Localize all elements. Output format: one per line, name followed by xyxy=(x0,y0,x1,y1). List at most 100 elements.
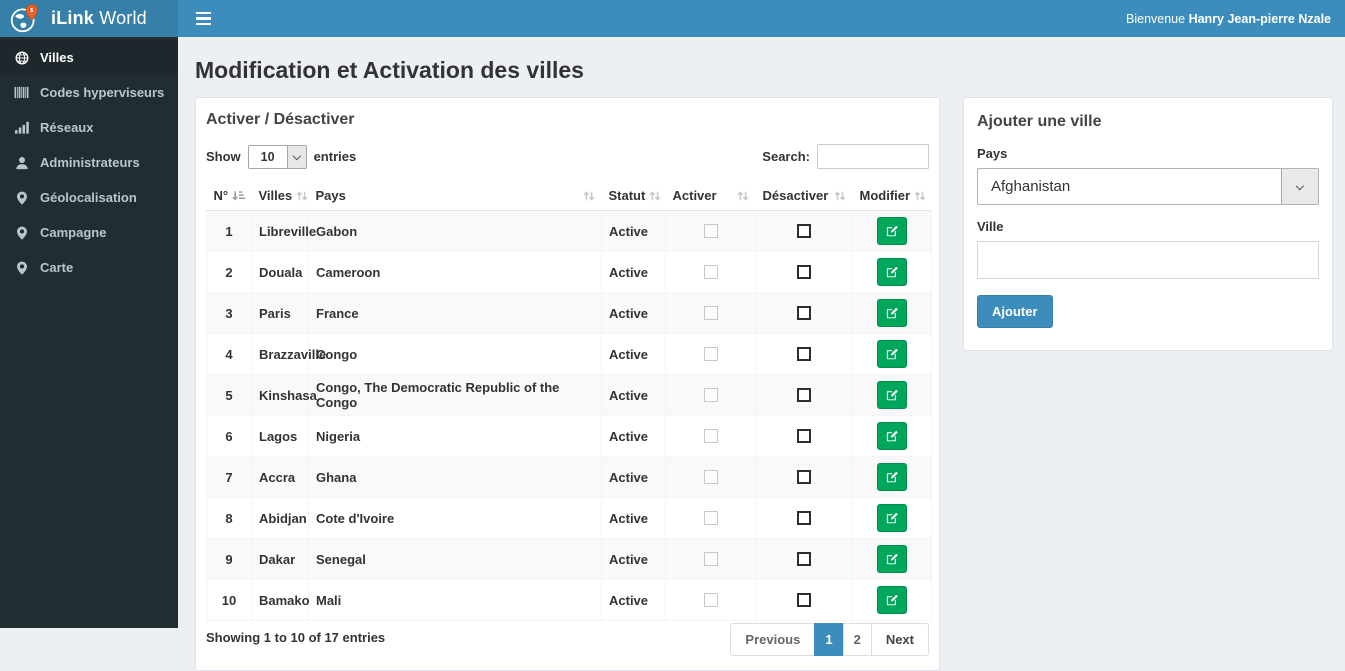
signal-icon xyxy=(14,121,29,134)
edit-button[interactable] xyxy=(877,258,907,286)
column-header-statut[interactable]: Statut xyxy=(601,181,666,211)
table-row: 5 Kinshasa Congo, The Democratic Republi… xyxy=(206,374,932,416)
edit-button[interactable] xyxy=(877,504,907,532)
sidebar-item-reseaux[interactable]: Réseaux xyxy=(0,110,178,145)
activer-checkbox[interactable] xyxy=(703,552,718,566)
top-header: $ iLink World Bienvenue Hanry Jean-pierr… xyxy=(0,0,1345,37)
edit-icon xyxy=(885,347,899,361)
activer-checkbox[interactable] xyxy=(703,388,718,402)
column-header-activer[interactable]: Activer xyxy=(665,181,756,211)
statut-cell: Active xyxy=(601,538,666,580)
edit-icon xyxy=(885,388,899,402)
edit-button[interactable] xyxy=(877,299,907,327)
activer-checkbox[interactable] xyxy=(703,429,718,443)
edit-button[interactable] xyxy=(877,586,907,614)
pays-cell: France xyxy=(308,292,602,334)
ville-cell: Brazzaville xyxy=(251,333,326,375)
pays-select[interactable]: Afghanistan xyxy=(977,168,1319,205)
activation-panel-title: Activer / Désactiver xyxy=(206,111,355,128)
desactiver-checkbox[interactable] xyxy=(797,224,811,238)
column-header-pays[interactable]: Pays xyxy=(308,181,602,211)
ajouter-button[interactable]: Ajouter xyxy=(977,295,1053,328)
activer-checkbox[interactable] xyxy=(703,347,718,361)
edit-icon xyxy=(885,593,899,607)
desactiver-checkbox[interactable] xyxy=(797,306,811,320)
sidebar-item-geolocalisation[interactable]: Géolocalisation xyxy=(0,180,178,215)
desactiver-checkbox[interactable] xyxy=(797,265,811,279)
column-header-desactiver[interactable]: Désactiver xyxy=(755,181,853,211)
desactiver-checkbox[interactable] xyxy=(797,511,811,525)
edit-icon xyxy=(885,429,899,443)
navbar: Bienvenue Hanry Jean-pierre Nzale xyxy=(178,0,1345,37)
row-number-cell: 3 xyxy=(206,292,252,334)
desactiver-checkbox[interactable] xyxy=(797,552,811,566)
desactiver-checkbox[interactable] xyxy=(797,470,811,484)
desactiver-checkbox[interactable] xyxy=(797,347,811,361)
sidebar-item-label: Géolocalisation xyxy=(40,190,137,205)
activer-checkbox[interactable] xyxy=(703,470,718,484)
statut-cell: Active xyxy=(601,251,666,293)
barcode-icon xyxy=(14,86,29,99)
welcome-text: Bienvenue Hanry Jean-pierre Nzale xyxy=(1126,11,1331,26)
row-number-cell: 10 xyxy=(206,579,252,621)
edit-button[interactable] xyxy=(877,463,907,491)
sidebar-item-carte[interactable]: Carte xyxy=(0,250,178,285)
desactiver-checkbox[interactable] xyxy=(797,593,811,607)
main-content: Modification et Activation des villes Ac… xyxy=(178,37,1345,671)
sort-icon xyxy=(649,190,661,202)
table-row: 7 Accra Ghana Active xyxy=(206,456,932,498)
table-row: 6 Lagos Nigeria Active xyxy=(206,415,932,457)
activer-checkbox[interactable] xyxy=(703,511,718,525)
edit-button[interactable] xyxy=(877,340,907,368)
desactiver-checkbox[interactable] xyxy=(797,388,811,402)
sidebar-item-label: Réseaux xyxy=(40,120,94,135)
entries-select[interactable]: 10 xyxy=(247,144,307,169)
activer-checkbox[interactable] xyxy=(703,224,718,238)
activer-checkbox[interactable] xyxy=(703,306,718,320)
sort-asc-icon xyxy=(232,190,246,202)
sidebar-item-administrateurs[interactable]: Administrateurs xyxy=(0,145,178,180)
sidebar-item-codes-hyperviseurs[interactable]: Codes hyperviseurs xyxy=(0,75,178,110)
statut-cell: Active xyxy=(601,579,666,621)
activation-panel: Activer / Désactiver Show 10 entries Sea… xyxy=(195,97,940,671)
pays-cell: Senegal xyxy=(308,538,602,580)
desactiver-checkbox[interactable] xyxy=(797,429,811,443)
column-header-modifier[interactable]: Modifier xyxy=(852,181,932,211)
ville-cell: Lagos xyxy=(251,415,309,457)
table-header-row: N° Villes Pays Statut Activer Désactiver Modif… xyxy=(206,181,932,211)
pays-cell: Gabon xyxy=(308,210,602,252)
statut-cell: Active xyxy=(601,456,666,498)
globe-icon xyxy=(14,51,29,65)
sidebar-item-label: Codes hyperviseurs xyxy=(40,85,165,100)
ville-cell: Kinshasa xyxy=(251,374,317,416)
pays-cell: Ghana xyxy=(308,456,602,498)
sidebar-toggle-button[interactable] xyxy=(191,6,216,32)
sidebar-item-villes[interactable]: Villes xyxy=(0,40,178,75)
page-length-control: Show 10 entries xyxy=(206,144,356,169)
ville-cell: Paris xyxy=(251,292,309,334)
ville-label: Ville xyxy=(977,219,1004,234)
table-row: 1 Libreville Gabon Active xyxy=(206,210,932,252)
brand[interactable]: $ iLink World xyxy=(0,0,178,37)
ville-cell: Bamako xyxy=(251,579,310,621)
ville-input[interactable] xyxy=(977,241,1319,279)
column-header-n[interactable]: N° xyxy=(206,181,252,211)
table-row: 8 Abidjan Cote d'Ivoire Active xyxy=(206,497,932,539)
sidebar-item-campagne[interactable]: Campagne xyxy=(0,215,178,250)
edit-icon xyxy=(885,511,899,525)
statut-cell: Active xyxy=(601,292,666,334)
statut-cell: Active xyxy=(601,333,666,375)
edit-icon xyxy=(885,470,899,484)
pays-cell: Nigeria xyxy=(308,415,602,457)
table-row: 10 Bamako Mali Active xyxy=(206,579,932,621)
edit-button[interactable] xyxy=(877,381,907,409)
edit-button[interactable] xyxy=(877,217,907,245)
statut-cell: Active xyxy=(601,415,666,457)
column-header-villes[interactable]: Villes xyxy=(251,181,309,211)
ville-cell: Abidjan xyxy=(251,497,309,539)
edit-button[interactable] xyxy=(877,422,907,450)
search-input[interactable] xyxy=(817,144,929,169)
edit-button[interactable] xyxy=(877,545,907,573)
activer-checkbox[interactable] xyxy=(703,265,718,279)
activer-checkbox[interactable] xyxy=(703,593,718,607)
